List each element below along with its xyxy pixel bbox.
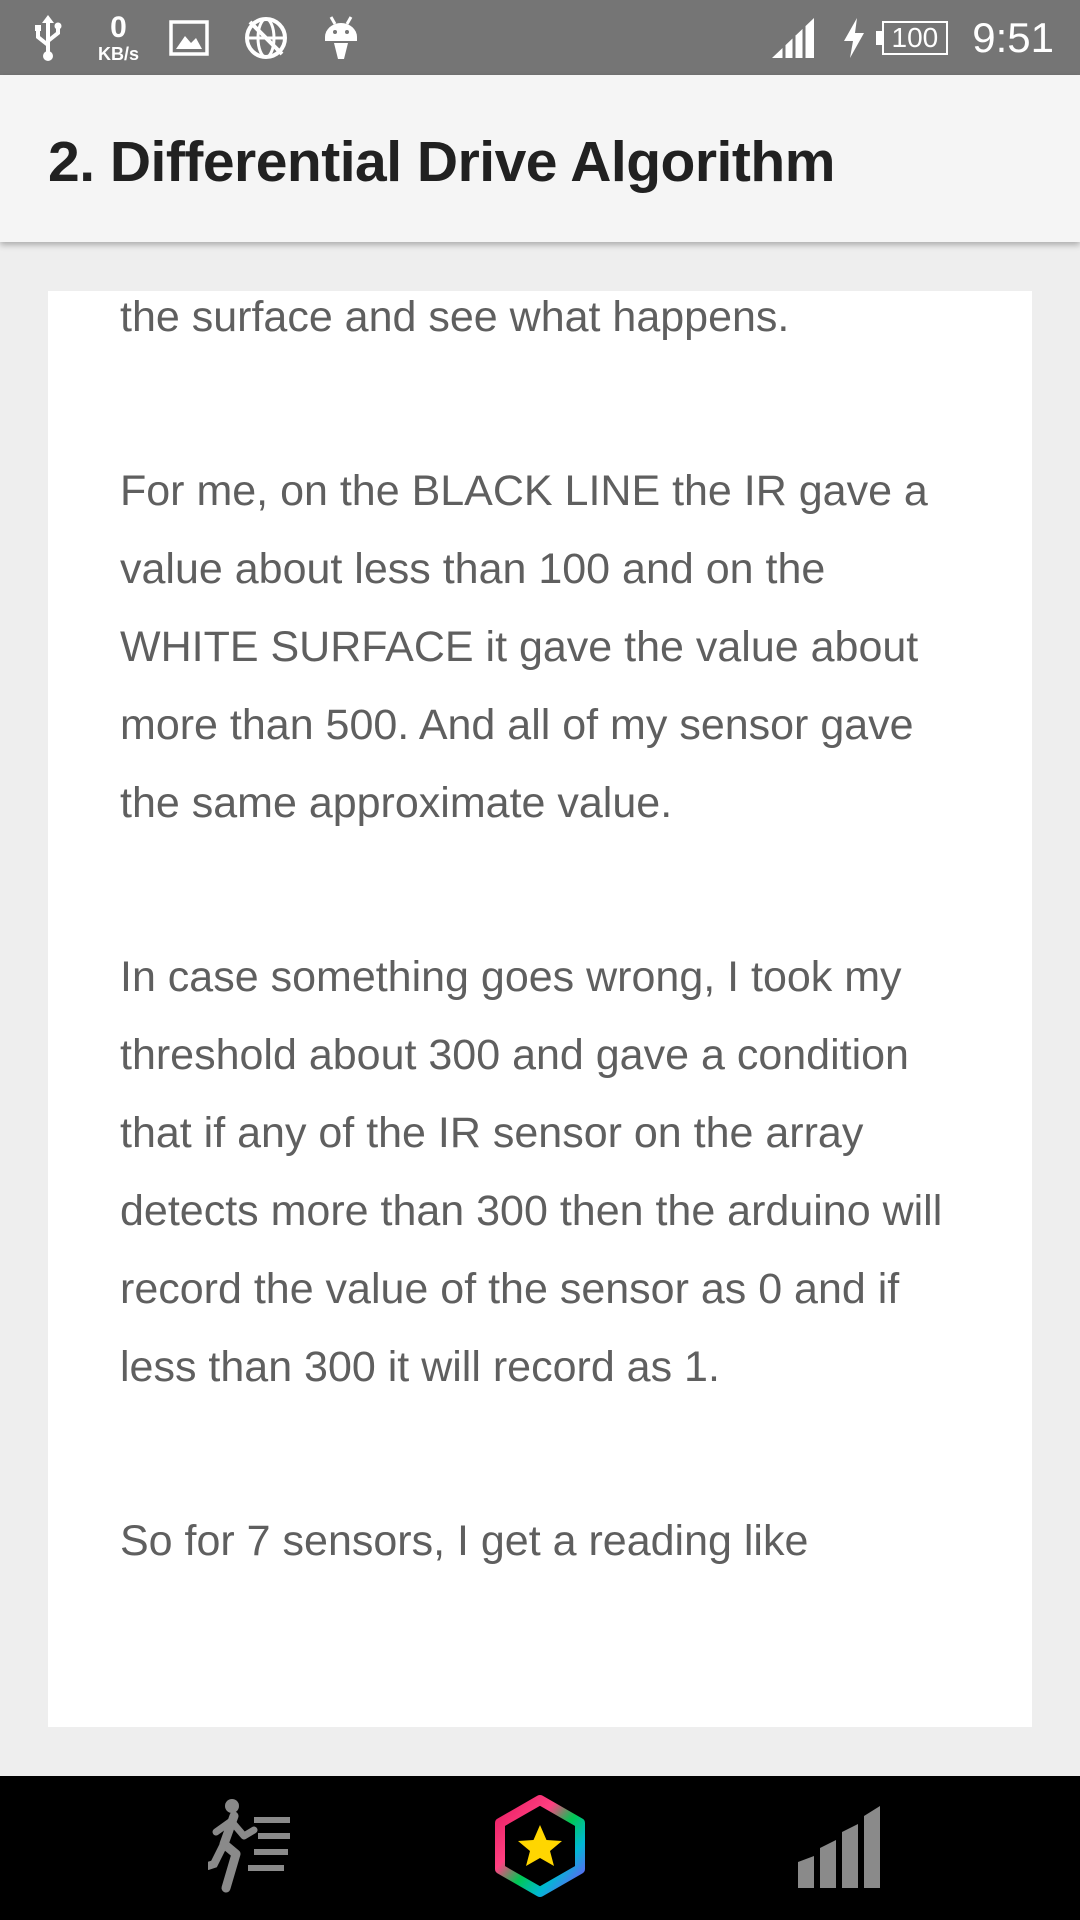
runner-list-icon [204,1796,292,1901]
page-title: 2. Differential Drive Algorithm [48,130,835,194]
status-clock: 9:51 [972,13,1054,61]
android-icon [323,15,359,61]
data-speed-indicator: 0 KB/s [98,10,140,64]
article-paragraph: So for 7 sensors, I get a reading like [120,1517,809,1565]
hexagon-star-icon [492,1794,588,1903]
data-speed-unit: KB/s [98,43,140,64]
app-bar: 2. Differential Drive Algorithm [0,75,1080,242]
article-paragraph: For me, on the BLACK LINE the IR gave a … [120,467,928,827]
signal-icon [770,16,816,60]
data-speed-value: 0 [110,10,127,44]
article-paragraph: In case something goes wrong, I took my … [120,953,943,1391]
battery-icon: 100 [875,20,949,55]
nav-item-stats[interactable] [790,1776,890,1920]
status-bar-right: 100 9:51 [770,0,1054,75]
image-icon [169,19,209,56]
nav-item-favorites[interactable] [490,1776,590,1920]
status-bar-left: 0 KB/s [32,0,393,75]
battery-level: 100 [891,21,939,53]
bar-chart-icon [798,1804,882,1893]
article-body: the surface and see what happens. For me… [120,291,960,1676]
status-bar: 0 KB/s 100 9:51 [0,0,1080,75]
charging-icon [842,17,866,58]
bottom-nav [0,1776,1080,1920]
usb-icon [32,14,64,61]
content-card[interactable]: the surface and see what happens. For me… [48,291,1032,1727]
nav-item-activity[interactable] [200,1776,300,1920]
no-globe-icon [243,15,289,61]
article-paragraph: the surface and see what happens. [120,293,790,341]
